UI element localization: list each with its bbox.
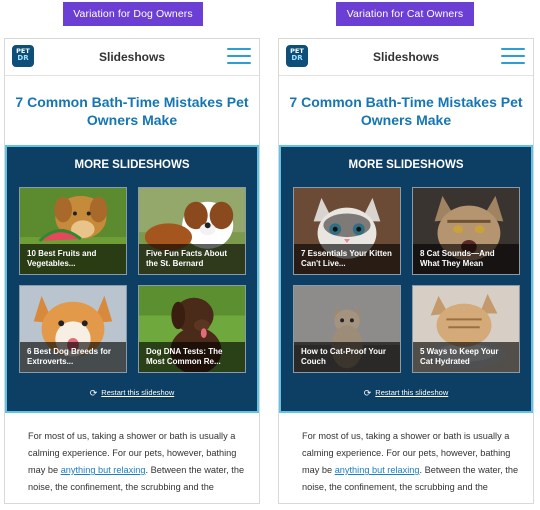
slideshow-tile[interactable]: Dog DNA Tests: The Most Common Re... bbox=[138, 285, 246, 373]
more-slideshows-box: MORE SLIDESHOWS 7 Essentials Your Kitten… bbox=[279, 145, 533, 413]
hamburger-menu-icon[interactable] bbox=[227, 48, 251, 66]
tile-caption: Five Fun Facts About the St. Bernard bbox=[139, 244, 245, 274]
slideshow-tile[interactable]: How to Cat-Proof Your Couch bbox=[293, 285, 401, 373]
more-slideshows-box: MORE SLIDESHOWS 10 Best Fruits and Veget… bbox=[5, 145, 259, 413]
tile-caption: 6 Best Dog Breeds for Extroverts... bbox=[20, 342, 126, 372]
tile-caption: 10 Best Fruits and Vegetables... bbox=[20, 244, 126, 274]
article-title: 7 Common Bath-Time Mistakes Pet Owners M… bbox=[289, 94, 523, 128]
tile-caption: Dog DNA Tests: The Most Common Re... bbox=[139, 342, 245, 372]
inline-link[interactable]: anything but relaxing bbox=[61, 465, 146, 475]
slideshow-tile[interactable]: 8 Cat Sounds—And What They Mean bbox=[412, 187, 520, 275]
restart-label: Restart this slideshow bbox=[375, 388, 449, 397]
dog-owner-mobile-page: PET DR Slideshows 7 Common Bath-Time Mis… bbox=[4, 38, 260, 504]
slideshow-tile[interactable]: 5 Ways to Keep Your Cat Hydrated bbox=[412, 285, 520, 373]
hamburger-menu-icon[interactable] bbox=[501, 48, 525, 66]
tile-caption: 7 Essentials Your Kitten Can't Live... bbox=[294, 244, 400, 274]
tile-caption: 5 Ways to Keep Your Cat Hydrated bbox=[413, 342, 519, 372]
top-bar: PET DR Slideshows bbox=[5, 39, 259, 76]
variant-badge-dog: Variation for Dog Owners bbox=[63, 2, 203, 26]
refresh-icon: ⟳ bbox=[363, 388, 372, 398]
article-body: For most of us, taking a shower or bath … bbox=[302, 428, 521, 496]
page-section-title: Slideshows bbox=[372, 50, 440, 64]
slideshow-tile[interactable]: 7 Essentials Your Kitten Can't Live... bbox=[293, 187, 401, 275]
article-title: 7 Common Bath-Time Mistakes Pet Owners M… bbox=[15, 94, 249, 128]
slideshow-tile[interactable]: 6 Best Dog Breeds for Extroverts... bbox=[19, 285, 127, 373]
restart-label: Restart this slideshow bbox=[101, 388, 175, 397]
refresh-icon: ⟳ bbox=[89, 388, 98, 398]
more-slideshows-heading: MORE SLIDESHOWS bbox=[348, 159, 464, 171]
slideshow-tile[interactable]: Five Fun Facts About the St. Bernard bbox=[138, 187, 246, 275]
cat-owner-mobile-page: PET DR Slideshows 7 Common Bath-Time Mis… bbox=[278, 38, 534, 504]
top-bar: PET DR Slideshows bbox=[279, 39, 533, 76]
variant-badge-cat: Variation for Cat Owners bbox=[336, 2, 474, 26]
article-body: For most of us, taking a shower or bath … bbox=[28, 428, 247, 496]
slideshow-tile[interactable]: 10 Best Fruits and Vegetables... bbox=[19, 187, 127, 275]
tile-caption: How to Cat-Proof Your Couch bbox=[294, 342, 400, 372]
restart-slideshow-link[interactable]: ⟳ Restart this slideshow bbox=[281, 388, 531, 399]
page-section-title: Slideshows bbox=[98, 50, 166, 64]
more-slideshows-heading: MORE SLIDESHOWS bbox=[74, 159, 190, 171]
inline-link[interactable]: anything but relaxing bbox=[335, 465, 420, 475]
tile-caption: 8 Cat Sounds—And What They Mean bbox=[413, 244, 519, 274]
restart-slideshow-link[interactable]: ⟳ Restart this slideshow bbox=[7, 388, 257, 399]
